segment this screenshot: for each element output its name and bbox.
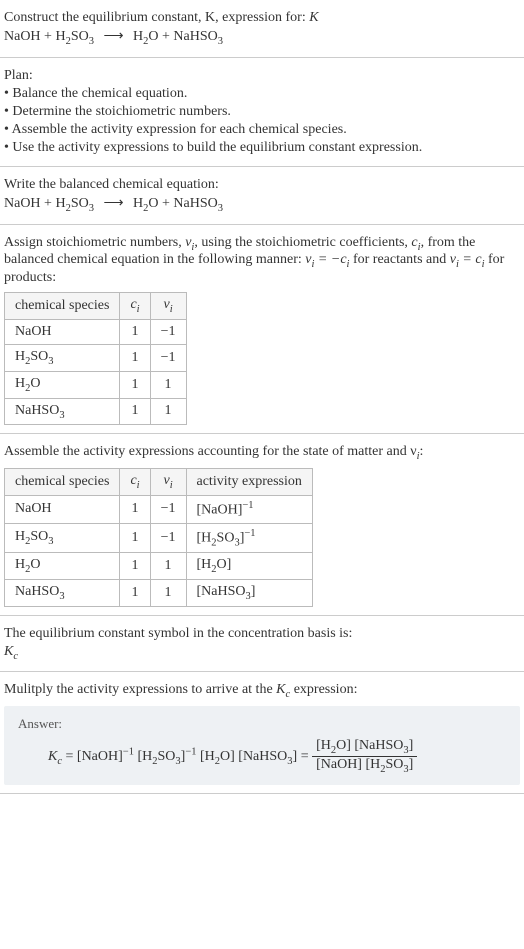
th-species: chemical species — [5, 293, 120, 320]
fraction-numerator: [H2O] [NaHSO3] — [312, 738, 417, 757]
symbol-text: The equilibrium constant symbol in the c… — [4, 626, 520, 642]
balanced-equation: NaOH + H2SO3 ⟶ H2O + NaHSO3 — [4, 195, 520, 214]
balanced-section: Write the balanced chemical equation: Na… — [0, 167, 524, 225]
table-row: NaOH 1 −1 — [5, 319, 187, 344]
multiply-text: Mulitply the activity expressions to arr… — [4, 682, 520, 700]
eq-lhs: NaOH + H2SO3 — [4, 29, 94, 44]
table-row: NaOH 1 −1 [NaOH]−1 — [5, 495, 313, 523]
answer-box: Answer: Kc = [NaOH]−1 [H2SO3]−1 [H2O] [N… — [4, 706, 520, 785]
prompt-equation: NaOH + H2SO3 ⟶ H2O + NaHSO3 — [4, 28, 520, 47]
cell-activity: [NaOH]−1 — [186, 495, 312, 523]
symbol-section: The equilibrium constant symbol in the c… — [0, 616, 524, 673]
table-row: NaHSO3 1 1 [NaHSO3] — [5, 579, 313, 606]
table-header-row: chemical species ci νi — [5, 293, 187, 320]
k-symbol: K — [309, 10, 318, 25]
arrow-icon: ⟶ — [97, 196, 129, 211]
table-row: NaHSO3 1 1 — [5, 398, 187, 425]
cell-species: H2O — [5, 371, 120, 398]
kc-symbol: Kc — [4, 644, 520, 662]
fraction: [H2O] [NaHSO3] [NaOH] [H2SO3] — [312, 738, 417, 775]
th-ci: ci — [120, 293, 150, 320]
cell-species: NaOH — [5, 319, 120, 344]
multiply-section: Mulitply the activity expressions to arr… — [0, 672, 524, 793]
prompt-line1: Construct the equilibrium constant, K, e… — [4, 10, 520, 26]
plan-bullet-1: • Balance the chemical equation. — [4, 86, 520, 102]
table-row: H2O 1 1 — [5, 371, 187, 398]
answer-equation: Kc = [NaOH]−1 [H2SO3]−1 [H2O] [NaHSO3] =… — [18, 738, 506, 775]
prompt-section: Construct the equilibrium constant, K, e… — [0, 0, 524, 58]
assign-section: Assign stoichiometric numbers, νi, using… — [0, 225, 524, 435]
plan-heading: Plan: — [4, 68, 520, 84]
assign-text: Assign stoichiometric numbers, νi, using… — [4, 235, 520, 287]
plan-bullet-3: • Assemble the activity expression for e… — [4, 122, 520, 138]
cell-species: H2SO3 — [5, 344, 120, 371]
th-ci: ci — [120, 469, 150, 496]
cell-species: NaHSO3 — [5, 398, 120, 425]
th-activity: activity expression — [186, 469, 312, 496]
table-header-row: chemical species ci νi activity expressi… — [5, 469, 313, 496]
stoich-table: chemical species ci νi NaOH 1 −1 H2SO3 1… — [4, 292, 187, 425]
activity-table: chemical species ci νi activity expressi… — [4, 468, 313, 607]
th-species: chemical species — [5, 469, 120, 496]
balanced-heading: Write the balanced chemical equation: — [4, 177, 520, 193]
plan-bullet-2: • Determine the stoichiometric numbers. — [4, 104, 520, 120]
prompt-text: Construct the equilibrium constant, K, e… — [4, 10, 306, 25]
th-vi: νi — [150, 469, 186, 496]
table-row: H2SO3 1 −1 [H2SO3]−1 — [5, 523, 313, 552]
plan-bullet-4: • Use the activity expressions to build … — [4, 140, 520, 156]
plan-section: Plan: • Balance the chemical equation. •… — [0, 58, 524, 167]
table-row: H2SO3 1 −1 — [5, 344, 187, 371]
cell-ci: 1 — [120, 319, 150, 344]
answer-label: Answer: — [18, 716, 506, 732]
cell-vi: −1 — [150, 319, 186, 344]
table-row: H2O 1 1 [H2O] — [5, 553, 313, 580]
arrow-icon: ⟶ — [97, 29, 129, 44]
eq-rhs: H2O + NaHSO3 — [133, 29, 223, 44]
th-vi: νi — [150, 293, 186, 320]
fraction-denominator: [NaOH] [H2SO3] — [312, 757, 417, 775]
assemble-heading: Assemble the activity expressions accoun… — [4, 444, 520, 462]
assemble-section: Assemble the activity expressions accoun… — [0, 434, 524, 615]
